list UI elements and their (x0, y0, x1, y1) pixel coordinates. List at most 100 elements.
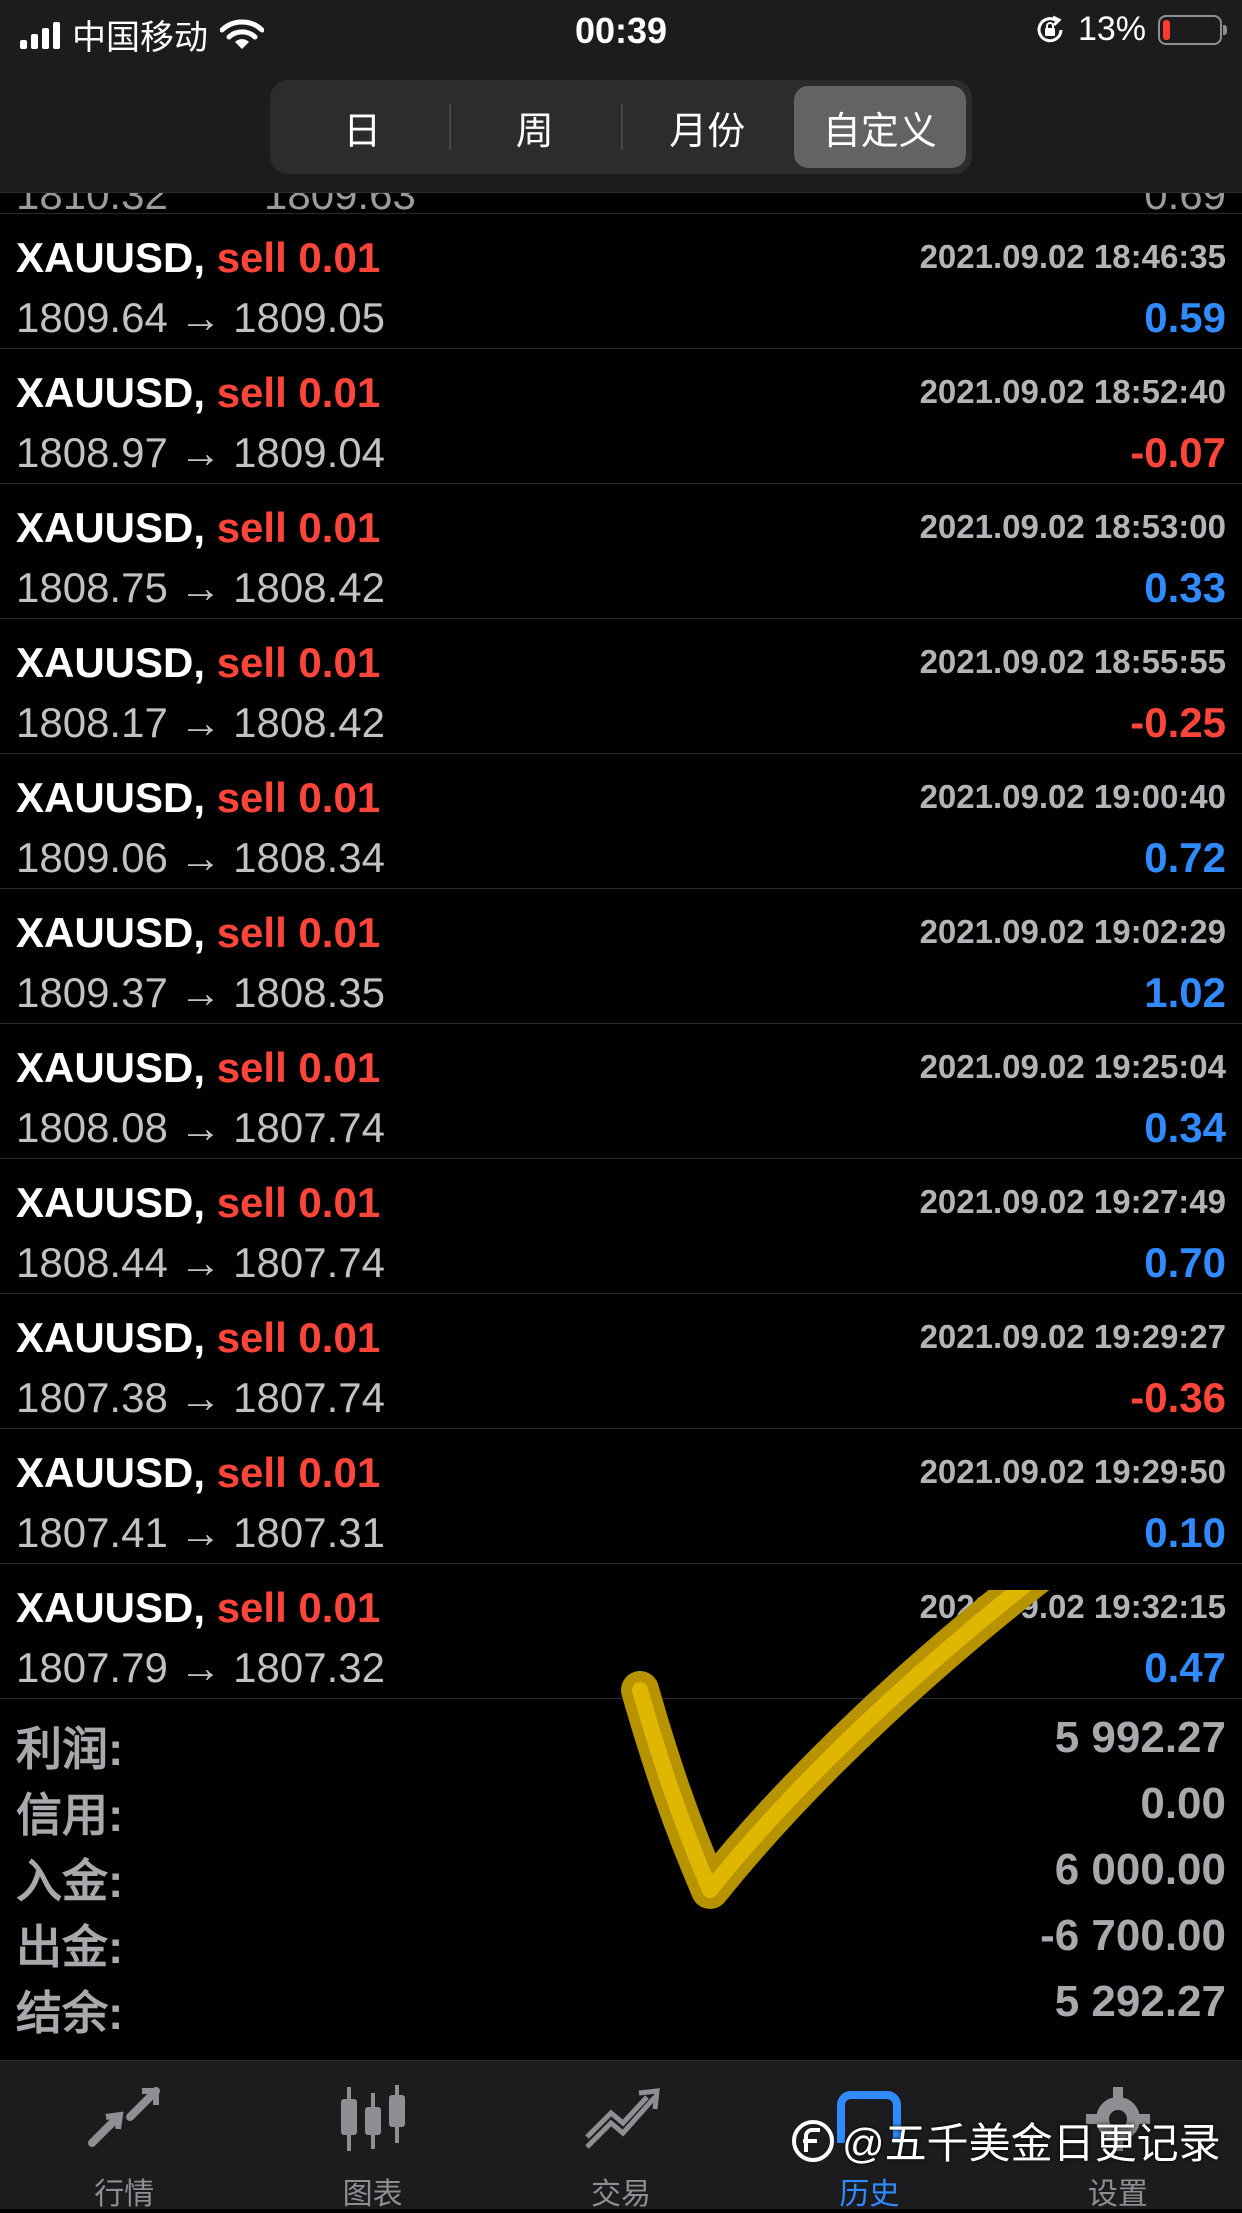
chart-icon (340, 2085, 405, 2151)
symbol-name: XAUUSD, (16, 909, 206, 956)
close-price: 1808.42 (233, 699, 385, 746)
arrow-icon: → (179, 1644, 222, 1691)
summary-credit: 信用: 0.00 (0, 1771, 1242, 1841)
trade-time: 2021.09.02 18:55:55 (919, 643, 1226, 680)
trade-time: 2021.09.02 19:32:15 (919, 1588, 1226, 1625)
trade-prices: 1808.08 → 1807.74 (16, 1104, 385, 1152)
trade-time: 2021.09.02 19:25:04 (919, 1048, 1226, 1085)
close-price: 1807.74 (233, 1239, 385, 1286)
tab-charts[interactable]: 图表 (248, 2061, 496, 2211)
close-price: 1807.74 (233, 1104, 385, 1151)
arrow-icon: → (179, 1374, 222, 1421)
summary-deposit: 入金: 6 000.00 (0, 1837, 1242, 1907)
trade-time: 2021.09.02 19:27:49 (919, 1183, 1226, 1220)
arrow-icon: → (179, 699, 222, 746)
trade-row[interactable]: XAUUSD, sell 0.01 2021.09.02 19:00:40 1809… (0, 754, 1242, 889)
trade-row[interactable]: XAUUSD, sell 0.01 2021.09.02 19:29:27 1807… (0, 1294, 1242, 1429)
symbol-name: XAUUSD, (16, 1314, 206, 1361)
trade-symbol: XAUUSD, sell 0.01 (16, 234, 380, 282)
trade-side: sell 0.01 (216, 1044, 381, 1091)
summary-balance: 结余: 5 292.27 (0, 1969, 1242, 2039)
trade-row[interactable]: XAUUSD, sell 0.01 2021.09.02 18:55:55 1808… (0, 619, 1242, 754)
trade-profit: 1.02 (1144, 969, 1226, 1016)
quotes-icon (88, 2087, 161, 2147)
trade-row[interactable]: XAUUSD, sell 0.01 2021.09.02 18:53:00 1808… (0, 484, 1242, 619)
summary-value: 5 292.27 (1054, 1977, 1226, 2026)
open-price: 1808.44 (16, 1239, 168, 1286)
close-price: 1808.34 (233, 834, 385, 881)
tab-label: 交易 (591, 2178, 652, 2211)
trade-row[interactable]: XAUUSD, sell 0.01 2021.09.02 19:32:15 1807… (0, 1564, 1242, 1699)
partial-row-close: 1809.63 (264, 193, 416, 213)
trade-side: sell 0.01 (216, 1584, 381, 1631)
open-price: 1809.64 (16, 294, 168, 341)
arrow-icon: → (179, 834, 222, 881)
trade-prices: 1808.44 → 1807.74 (16, 1239, 385, 1287)
tab-label: 设置 (1087, 2178, 1148, 2211)
trade-icon (585, 2088, 660, 2149)
trade-prices: 1807.38 → 1807.74 (16, 1374, 385, 1422)
trade-row[interactable]: XAUUSD, sell 0.01 2021.09.02 19:02:29 1809… (0, 889, 1242, 1024)
rotation-lock-icon (1037, 15, 1063, 42)
partial-row-profit: 0.69 (1144, 193, 1226, 213)
open-price: 1808.75 (16, 564, 168, 611)
trade-prices: 1807.41 → 1807.31 (16, 1509, 385, 1557)
arrow-icon: → (179, 564, 222, 611)
trade-row[interactable]: XAUUSD, sell 0.01 2021.09.02 18:52:40 1808… (0, 349, 1242, 484)
trade-row[interactable]: XAUUSD, sell 0.01 2021.09.02 19:27:49 1808… (0, 1159, 1242, 1294)
trade-row[interactable]: XAUUSD, sell 0.01 2021.09.02 19:29:50 1807… (0, 1429, 1242, 1564)
trade-prices: 1809.06 → 1808.34 (16, 834, 385, 882)
status-right: 13% (1034, 10, 1227, 49)
summary-value: 5 992.27 (1054, 1713, 1226, 1762)
segment-custom[interactable]: 自定义 (793, 86, 966, 168)
symbol-name: XAUUSD, (16, 234, 206, 281)
trade-profit: 0.33 (1144, 564, 1226, 611)
trade-history-list: 1810.32 1809.63 0.69 XAUUSD, sell 0.01 20… (0, 193, 1242, 1699)
summary-label: 结余: (16, 1987, 124, 2039)
trade-symbol: XAUUSD, sell 0.01 (16, 1179, 380, 1227)
trade-side: sell 0.01 (216, 909, 381, 956)
summary-value: -6 700.00 (1040, 1911, 1226, 1960)
trade-symbol: XAUUSD, sell 0.01 (16, 1449, 380, 1497)
trade-time: 2021.09.02 18:52:40 (919, 373, 1226, 410)
watermark-text: @五千美金日更记录 (842, 2120, 1221, 2167)
open-price: 1807.79 (16, 1644, 168, 1691)
open-price: 1808.97 (16, 429, 168, 476)
trade-side: sell 0.01 (216, 1179, 381, 1226)
tab-trade[interactable]: 交易 (497, 2061, 745, 2211)
trade-side: sell 0.01 (216, 639, 381, 686)
history-header: 日 周 月份 自定义 (0, 64, 1242, 193)
close-price: 1807.74 (233, 1374, 385, 1421)
trade-profit: 0.10 (1144, 1509, 1226, 1556)
segment-month[interactable]: 月份 (621, 86, 794, 168)
arrow-icon: → (179, 1509, 222, 1556)
trade-profit: 0.59 (1144, 294, 1226, 341)
summary-label: 信用: (16, 1789, 124, 1841)
segment-day[interactable]: 日 (276, 86, 449, 168)
trade-symbol: XAUUSD, sell 0.01 (16, 1584, 380, 1632)
symbol-name: XAUUSD, (16, 1449, 206, 1496)
open-price: 1807.38 (16, 1374, 168, 1421)
summary-label: 出金: (16, 1921, 124, 1973)
close-price: 1808.42 (233, 564, 385, 611)
trade-row[interactable]: XAUUSD, sell 0.01 2021.09.02 18:46:35 1809… (0, 214, 1242, 349)
trade-profit: 0.47 (1144, 1644, 1226, 1691)
account-summary: 利润: 5 992.27 信用: 0.00 入金: 6 000.00 出金: -… (0, 1705, 1242, 2039)
summary-profit: 利润: 5 992.27 (0, 1705, 1242, 1775)
close-price: 1809.04 (233, 429, 385, 476)
trade-row[interactable]: XAUUSD, sell 0.01 2021.09.02 19:25:04 1808… (0, 1024, 1242, 1159)
segment-week[interactable]: 周 (448, 86, 622, 168)
tab-quotes[interactable]: 行情 (0, 2061, 248, 2211)
summary-value: 6 000.00 (1054, 1845, 1226, 1894)
partial-row-open: 1810.32 (16, 193, 168, 213)
symbol-name: XAUUSD, (16, 1044, 206, 1091)
summary-label: 利润: (16, 1723, 124, 1775)
trade-profit: -0.36 (1130, 1374, 1226, 1421)
trade-side: sell 0.01 (216, 369, 381, 416)
watermark: @五千美金日更记录 (790, 2110, 1221, 2171)
trade-time: 2021.09.02 19:29:50 (919, 1453, 1226, 1490)
trade-prices: 1809.37 → 1808.35 (16, 969, 385, 1017)
symbol-name: XAUUSD, (16, 774, 206, 821)
close-price: 1809.05 (233, 294, 385, 341)
symbol-name: XAUUSD, (16, 1179, 206, 1226)
